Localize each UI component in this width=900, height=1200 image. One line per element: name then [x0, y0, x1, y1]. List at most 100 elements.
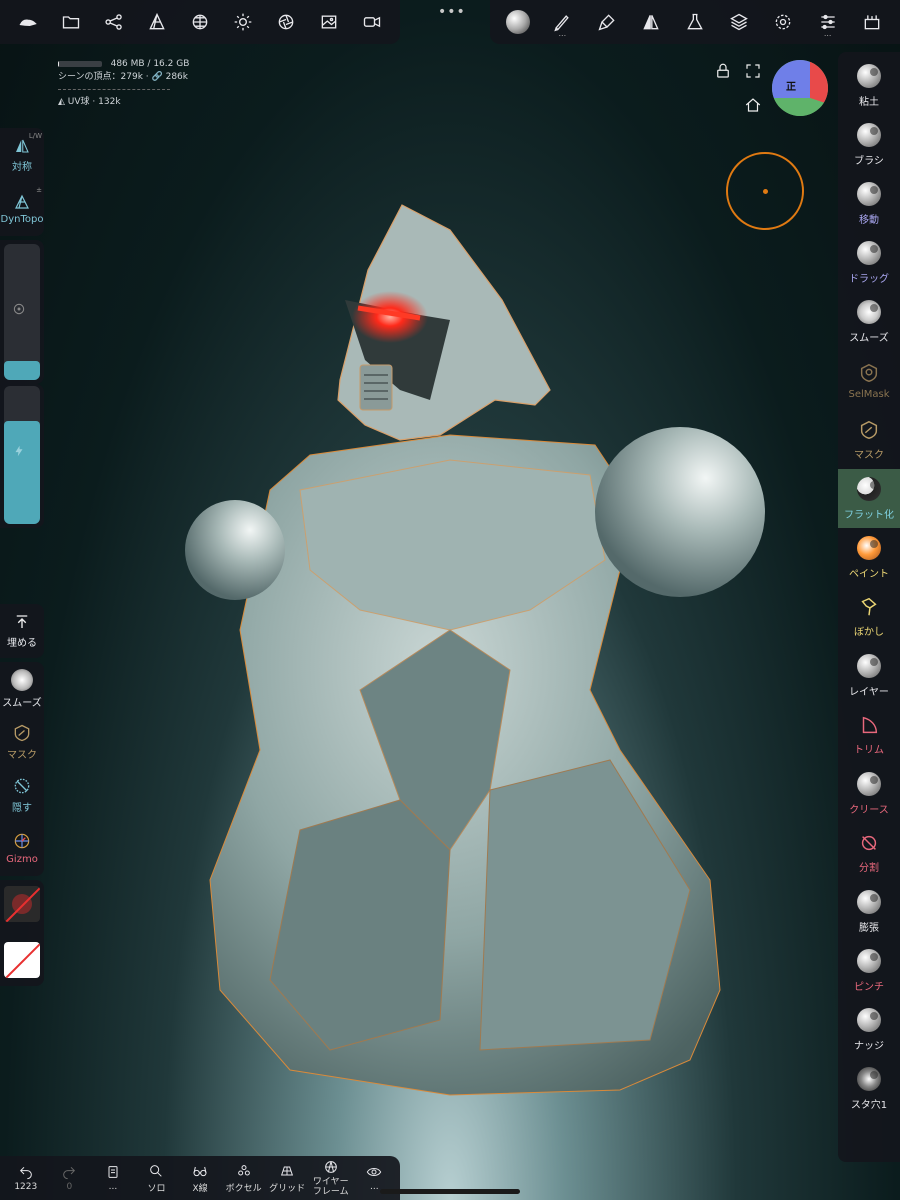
tool-flatten[interactable]: フラット化	[838, 469, 900, 528]
search-icon	[150, 1164, 163, 1177]
gizmo-icon	[14, 833, 30, 848]
left-tool-gizmo-label: Gizmo	[6, 853, 38, 865]
xray-button[interactable]: X線	[178, 1163, 222, 1194]
video-icon[interactable]	[353, 3, 391, 41]
memory-text: 486 MB / 16.2 GB	[110, 59, 190, 69]
folder-icon[interactable]	[52, 3, 90, 41]
tool-clay[interactable]: 粘土	[838, 56, 900, 115]
lock-icon[interactable]	[714, 62, 732, 80]
swatch-disabled-slash	[4, 942, 40, 978]
mesh-count: · 132k	[92, 97, 121, 107]
sculpt-model[interactable]	[150, 190, 790, 1190]
left-tool-hide[interactable]: 隠す	[0, 768, 44, 821]
tool-pinch-label: ピンチ	[854, 981, 884, 993]
toolbox-icon[interactable]	[853, 3, 891, 41]
tool-mask[interactable]: マスク	[838, 410, 900, 469]
tool-layer[interactable]: レイヤー	[838, 646, 900, 705]
tool-inflate[interactable]: 膨張	[838, 882, 900, 941]
crease-icon	[857, 771, 881, 796]
tool-crease[interactable]: クリース	[838, 764, 900, 823]
nudge-icon	[857, 1007, 881, 1032]
material-sphere-icon[interactable]	[181, 3, 219, 41]
trim-icon	[862, 716, 878, 733]
mesh-name[interactable]: UV球	[68, 97, 90, 107]
tool-stamp[interactable]: スタ穴1	[838, 1059, 900, 1118]
tool-brush-label: ブラシ	[854, 155, 884, 167]
wireframe-button[interactable]: ワイヤーフレーム	[309, 1159, 353, 1197]
scene-vertices: シーンの頂点：279k · 🔗 286k	[58, 72, 188, 82]
home-icon[interactable]	[744, 96, 762, 114]
tool-pinch[interactable]: ピンチ	[838, 941, 900, 1000]
stats-divider	[58, 89, 170, 90]
radius-slider-fill	[4, 360, 40, 380]
image-icon[interactable]	[310, 3, 348, 41]
solo-button[interactable]: ソロ	[135, 1163, 179, 1194]
symmetry-label: 対称	[12, 162, 32, 173]
tool-blur[interactable]: ぼかし	[838, 587, 900, 646]
dyntopo-icon	[15, 194, 29, 209]
home-indicator[interactable]	[380, 1189, 520, 1194]
history-icon	[108, 1166, 118, 1178]
left-tool-mask[interactable]: マスク	[0, 715, 44, 768]
bury-button[interactable]: 埋める	[0, 604, 44, 658]
settings-icon[interactable]	[764, 3, 802, 41]
brush-icon	[857, 122, 881, 147]
redo-icon	[63, 1166, 76, 1180]
history-button[interactable]: ...	[91, 1164, 135, 1192]
smooth-icon	[857, 299, 881, 324]
tool-paint[interactable]: ペイント	[838, 528, 900, 587]
tool-nudge[interactable]: ナッジ	[838, 1000, 900, 1059]
tool-smooth[interactable]: スムーズ	[838, 292, 900, 351]
view-options-button[interactable]: ...	[353, 1164, 397, 1192]
redo-button[interactable]: 0	[48, 1164, 92, 1192]
dyntopo-corner-label: ±	[36, 186, 42, 194]
symmetry-icon[interactable]	[632, 3, 670, 41]
hat-icon[interactable]	[9, 3, 47, 41]
radius-slider[interactable]	[0, 240, 44, 384]
smooth-icon	[11, 668, 33, 691]
flask-icon[interactable]	[676, 3, 714, 41]
matcap-icon[interactable]	[499, 3, 537, 41]
fullscreen-icon[interactable]	[744, 62, 762, 80]
tool-paint-label: ペイント	[849, 568, 889, 580]
bottom-toolbar: 1223 0 ... ソロ X線 ボクセル グリッド ワイヤーフレーム ...	[0, 1156, 400, 1200]
dyntopo-toggle[interactable]: ± DynTopo	[0, 182, 44, 236]
view-cube-faces	[772, 60, 828, 116]
stroke-icon[interactable]: ...	[543, 3, 581, 41]
paint-material-swatch[interactable]	[4, 886, 40, 922]
tool-move-label: 移動	[859, 214, 879, 226]
history-label: ...	[108, 1182, 118, 1192]
light-icon[interactable]	[224, 3, 262, 41]
swatch-disabled-slash	[4, 886, 40, 922]
selmask-icon	[860, 363, 878, 382]
tool-selmask[interactable]: SelMask	[838, 351, 900, 410]
symmetry-toggle[interactable]: L/W 対称	[0, 128, 44, 182]
tool-trim[interactable]: トリム	[838, 705, 900, 764]
left-tool-smooth[interactable]: スムーズ	[0, 662, 44, 715]
left-tool-mask-label: マスク	[7, 749, 37, 761]
split-icon	[861, 835, 877, 850]
right-tools-panel: 粘土 ブラシ 移動 ドラッグ スムーズ SelMask マスク フラット化 ペイ…	[838, 52, 900, 1162]
paint-color-swatch[interactable]	[4, 942, 40, 978]
intensity-slider[interactable]	[0, 384, 44, 528]
tool-split[interactable]: 分割	[838, 823, 900, 882]
xray-label: X線	[192, 1183, 208, 1194]
undo-button[interactable]: 1223	[4, 1164, 48, 1192]
layers-icon[interactable]	[720, 3, 758, 41]
voxel-button[interactable]: ボクセル	[222, 1163, 266, 1194]
tool-drag[interactable]: ドラッグ	[838, 233, 900, 292]
tool-brush[interactable]: ブラシ	[838, 115, 900, 174]
more-dots[interactable]: •••	[438, 4, 466, 20]
paint-brush-icon[interactable]	[588, 3, 626, 41]
flatten-icon	[857, 476, 881, 501]
topology-icon[interactable]	[138, 3, 176, 41]
sliders-icon[interactable]: ...	[809, 3, 847, 41]
tool-move[interactable]: 移動	[838, 174, 900, 233]
grid-button[interactable]: グリッド	[265, 1163, 309, 1194]
left-tool-gizmo[interactable]: Gizmo	[0, 821, 44, 874]
symmetry-axis-label: L/W	[28, 132, 42, 140]
view-cube[interactable]: 正	[772, 60, 828, 116]
camera-shutter-icon[interactable]	[267, 3, 305, 41]
tool-crease-label: クリース	[849, 804, 889, 816]
scene-graph-icon[interactable]	[95, 3, 133, 41]
